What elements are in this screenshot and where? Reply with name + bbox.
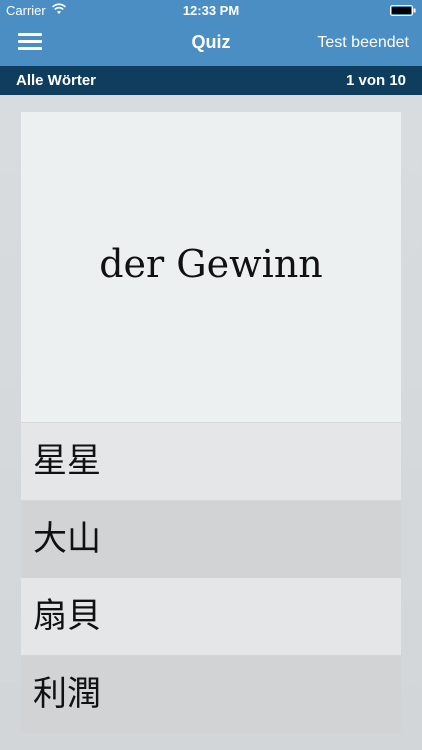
clock: 12:33 PM	[182, 3, 240, 18]
answer-option-2[interactable]: 大山	[21, 501, 401, 578]
app-header: Carrier 12:33 PM Quiz Test beendet	[0, 0, 422, 66]
answer-option-1[interactable]: 星星	[21, 423, 401, 500]
quiz-info-bar: Alle Wörter 1 von 10	[0, 66, 422, 95]
end-test-button[interactable]: Test beendet	[317, 34, 409, 52]
question-word: der Gewinn	[99, 242, 323, 286]
battery-icon	[390, 5, 416, 16]
status-bar: Carrier 12:33 PM	[0, 0, 422, 22]
progress-counter: 1 von 10	[345, 72, 406, 89]
hamburger-menu-icon[interactable]	[18, 33, 42, 53]
category-label: Alle Wörter	[16, 72, 97, 89]
question-card: der Gewinn	[21, 112, 401, 422]
answer-option-3[interactable]: 扇貝	[21, 578, 401, 655]
answer-option-4[interactable]: 利潤	[21, 656, 401, 733]
